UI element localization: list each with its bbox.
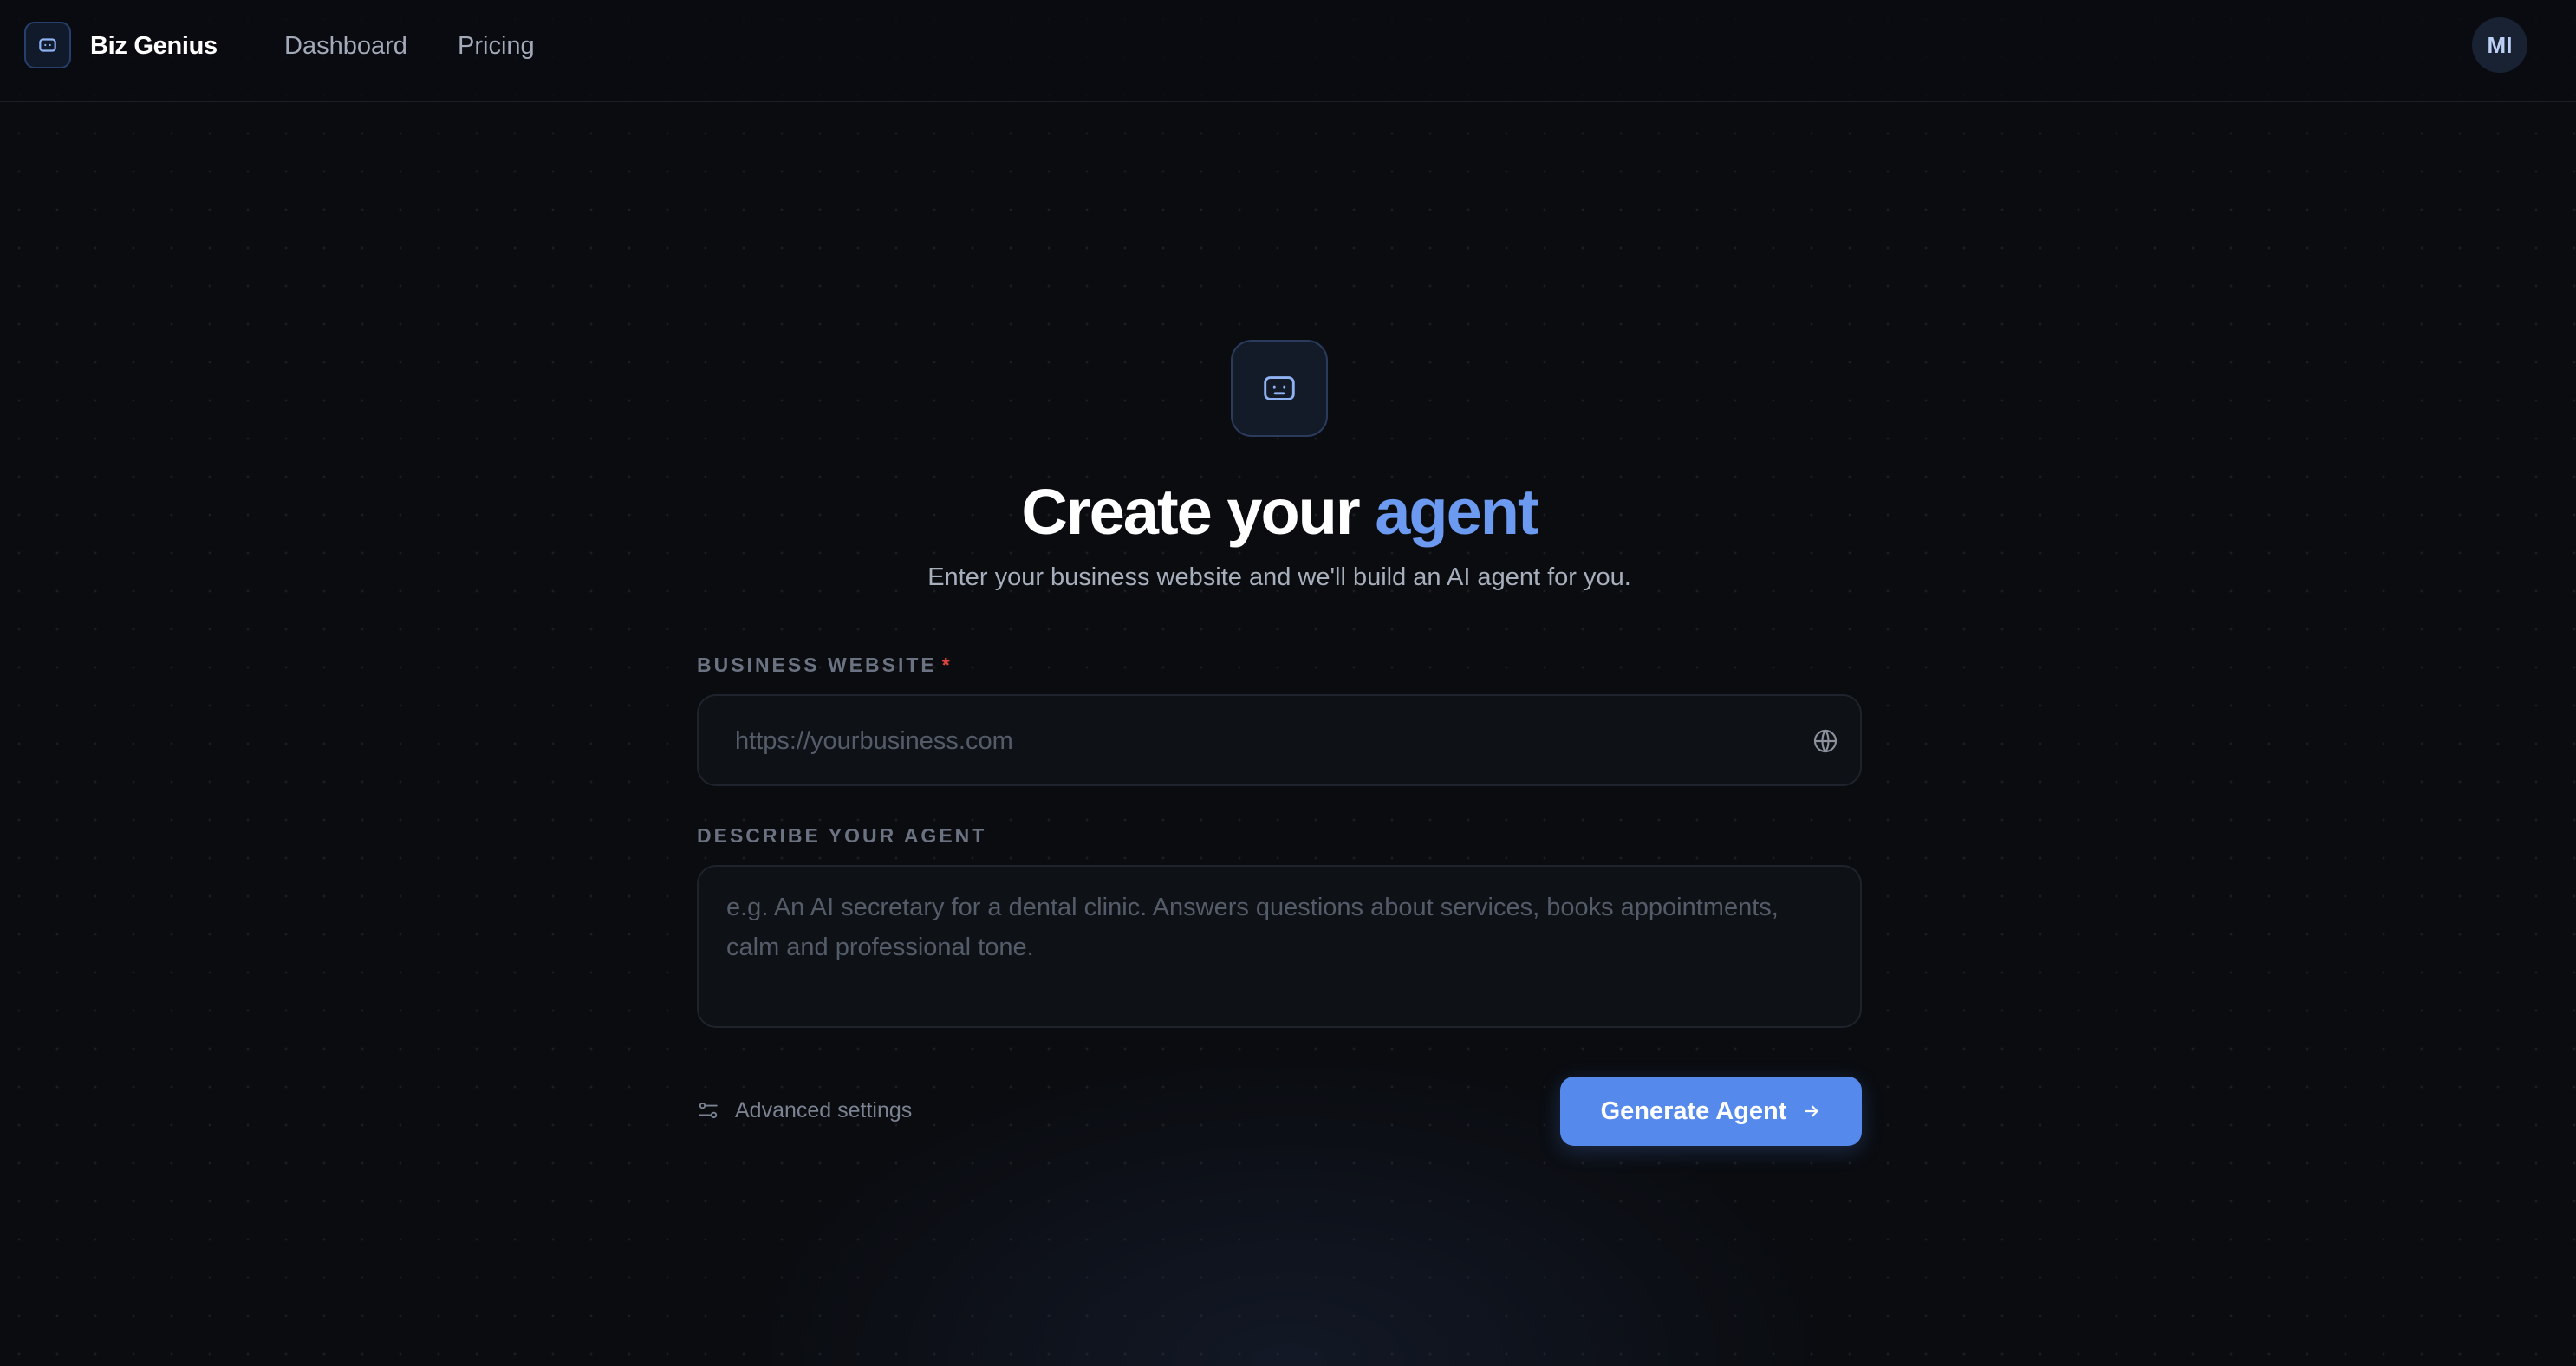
nav-dashboard-link[interactable]: Dashboard [284,31,407,61]
top-navbar: Biz Genius Dashboard Pricing MI [0,0,2576,102]
required-marker: * [941,654,953,676]
page-title: Create your agent [0,475,2559,550]
brand-name[interactable]: Biz Genius [90,31,218,61]
sliders-icon [699,1102,718,1119]
advanced-settings-toggle[interactable]: Advanced settings [697,1096,912,1125]
user-avatar[interactable]: MI [2472,17,2527,73]
generate-agent-label: Generate Agent [1600,1096,1787,1125]
business-website-field [697,694,1862,786]
describe-agent-field [697,865,1862,1028]
nav-pricing-link[interactable]: Pricing [458,31,535,61]
robot-face-icon [1231,340,1328,437]
advanced-settings-label: Advanced settings [735,1098,913,1122]
business-website-label-text: BUSINESS WEBSITE [697,654,937,676]
business-website-label: BUSINESS WEBSITE * [697,653,953,677]
page-title-main: Create your [1021,476,1360,548]
arrow-right-icon [1805,1105,1818,1117]
describe-agent-textarea[interactable] [726,888,1834,1009]
describe-agent-label: DESCRIBE YOUR AGENT [697,824,987,847]
globe-icon [1813,729,1838,753]
business-website-input[interactable] [733,696,1777,786]
page-subtitle: Enter your business website and we'll bu… [927,563,1631,591]
logo-icon[interactable] [24,22,71,68]
page-title-accent: agent [1375,476,1538,548]
generate-agent-button[interactable]: Generate Agent [1560,1077,1862,1146]
